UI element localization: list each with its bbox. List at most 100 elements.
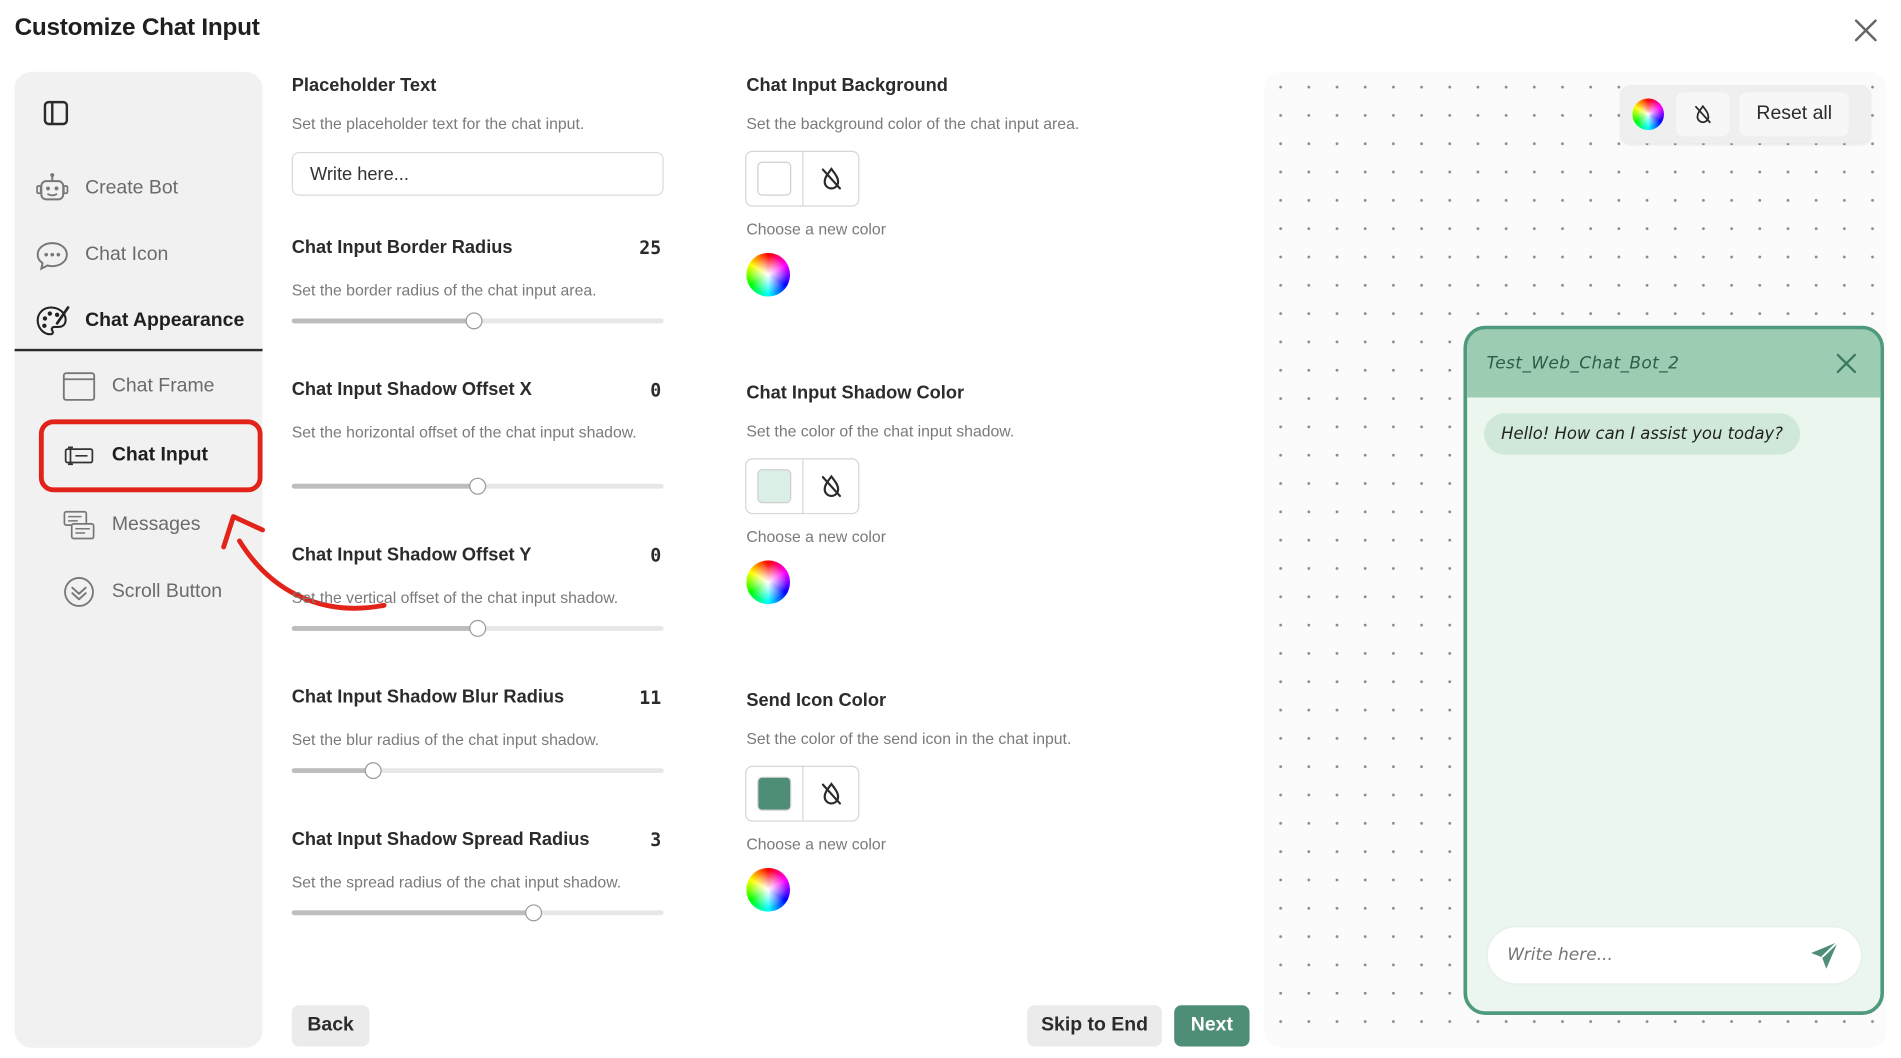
- slider-thumb[interactable]: [465, 312, 483, 330]
- background-color-title: Chat Input Background: [746, 75, 948, 97]
- choose-color-label: Choose a new color: [746, 527, 886, 546]
- border-radius-desc: Set the border radius of the chat input …: [291, 280, 597, 300]
- bot-message-bubble: Hello! How can I assist you today?: [1484, 413, 1800, 455]
- shadow-offset-x-slider[interactable]: [291, 477, 664, 495]
- shadow-blur-title: Chat Input Shadow Blur Radius: [291, 686, 565, 708]
- no-color-icon: [821, 782, 841, 805]
- border-radius-value: 25: [639, 237, 662, 259]
- color-chip: [757, 776, 792, 811]
- shadow-offset-x-value: 0: [650, 379, 662, 402]
- sidebar-toggle-button[interactable]: [41, 98, 70, 127]
- annotation-highlight: [38, 419, 263, 493]
- background-color-desc: Set the background color of the chat inp…: [746, 114, 1080, 133]
- shadow-offset-y-desc: Set the vertical offset of the chat inpu…: [291, 588, 619, 607]
- skip-to-end-button[interactable]: Skip to End: [1027, 1005, 1163, 1047]
- bot-icon: [34, 170, 70, 206]
- placeholder-text-title: Placeholder Text: [291, 75, 437, 97]
- slider-thumb[interactable]: [365, 762, 383, 780]
- frame-icon: [61, 368, 97, 404]
- color-wheel-icon[interactable]: [746, 560, 791, 605]
- shadow-color-desc: Set the color of the chat input shadow.: [746, 421, 1015, 441]
- back-button[interactable]: Back: [291, 1005, 370, 1047]
- shadow-blur-slider[interactable]: [291, 762, 664, 780]
- shadow-spread-slider[interactable]: [291, 904, 664, 922]
- shadow-color-swatch[interactable]: [746, 459, 802, 512]
- no-color-icon: [821, 474, 841, 498]
- placeholder-text-input[interactable]: Write here...: [291, 151, 664, 196]
- sidebar-item-scroll-button[interactable]: Scroll Button: [61, 574, 222, 610]
- send-icon-color-picker: [745, 765, 860, 822]
- close-icon[interactable]: [1834, 351, 1858, 375]
- background-color-swatch[interactable]: [746, 152, 802, 205]
- close-icon: [1854, 19, 1877, 42]
- sidebar-item-label: Chat Frame: [111, 375, 215, 397]
- chat-preview-input[interactable]: Write here...: [1487, 927, 1861, 984]
- shadow-blur-value: 11: [639, 686, 662, 709]
- shadow-spread-title: Chat Input Shadow Spread Radius: [291, 828, 590, 850]
- border-radius-slider[interactable]: [291, 312, 664, 330]
- color-wheel-icon[interactable]: [746, 867, 791, 912]
- slider-thumb[interactable]: [469, 477, 487, 495]
- sidebar-item-label: Create Bot: [85, 177, 179, 199]
- placeholder-text-desc: Set the placeholder text for the chat in…: [291, 114, 585, 133]
- slider-thumb[interactable]: [524, 904, 542, 922]
- slider-fill: [291, 910, 534, 916]
- background-color-picker: [745, 150, 860, 207]
- reset-all-button[interactable]: Reset all: [1739, 92, 1850, 137]
- shadow-blur-desc: Set the blur radius of the chat input sh…: [291, 730, 600, 749]
- sidebar-item-label: Chat Appearance: [85, 309, 245, 331]
- send-icon-color-clear-button[interactable]: [802, 766, 858, 821]
- messages-icon: [61, 507, 97, 543]
- choose-color-label: Choose a new color: [746, 220, 886, 239]
- chat-bubble-icon: [34, 237, 70, 273]
- slider-fill: [291, 318, 474, 324]
- shadow-offset-x-desc: Set the horizontal offset of the chat in…: [291, 422, 637, 442]
- send-icon[interactable]: [1807, 938, 1841, 972]
- shadow-color-picker: [745, 458, 860, 515]
- slider-fill: [291, 625, 478, 631]
- sidebar-item-chat-frame[interactable]: Chat Frame: [61, 368, 215, 404]
- color-chip: [757, 469, 792, 504]
- nav-divider: [14, 348, 263, 352]
- next-button[interactable]: Next: [1174, 1005, 1250, 1047]
- panel-toggle-icon: [43, 100, 69, 126]
- slider-fill: [291, 483, 478, 489]
- color-wheel-icon[interactable]: [1632, 98, 1665, 131]
- slider-thumb[interactable]: [469, 619, 487, 637]
- choose-color-label: Choose a new color: [746, 835, 886, 854]
- preview-clear-color-button[interactable]: [1676, 92, 1730, 137]
- shadow-offset-x-title: Chat Input Shadow Offset X: [291, 379, 532, 400]
- background-color-clear-button[interactable]: [802, 151, 858, 206]
- shadow-color-title: Chat Input Shadow Color: [746, 382, 965, 404]
- chat-header: Test_Web_Chat_Bot_2: [1467, 329, 1881, 398]
- sidebar-item-chat-appearance[interactable]: Chat Appearance: [34, 303, 244, 339]
- send-icon-color-title: Send Icon Color: [746, 690, 887, 712]
- shadow-offset-y-slider[interactable]: [291, 619, 664, 637]
- send-icon-color-swatch[interactable]: [746, 767, 802, 820]
- send-icon-color-desc: Set the color of the send icon in the ch…: [746, 729, 1072, 748]
- palette-icon: [34, 303, 70, 339]
- shadow-color-clear-button[interactable]: [802, 459, 858, 513]
- sidebar-item-chat-icon[interactable]: Chat Icon: [34, 237, 168, 273]
- no-color-icon: [821, 167, 841, 190]
- sidebar-item-label: Chat Icon: [85, 244, 169, 265]
- shadow-spread-value: 3: [650, 828, 662, 851]
- chat-preview-window: Test_Web_Chat_Bot_2 Hello! How can I ass…: [1463, 325, 1885, 1015]
- sidebar-item-messages[interactable]: Messages: [61, 507, 201, 543]
- shadow-spread-desc: Set the spread radius of the chat input …: [291, 872, 622, 891]
- sidebar: Create Bot Chat Icon Chat Appearance Cha…: [14, 71, 263, 1048]
- close-dialog-button[interactable]: [1850, 15, 1882, 47]
- sidebar-item-label: Scroll Button: [111, 581, 223, 602]
- chat-bot-name: Test_Web_Chat_Bot_2: [1486, 353, 1680, 374]
- slider-fill: [291, 768, 374, 774]
- shadow-offset-y-title: Chat Input Shadow Offset Y: [291, 544, 532, 566]
- sidebar-item-label: Messages: [111, 514, 201, 535]
- color-chip: [757, 161, 792, 196]
- scroll-down-icon: [61, 574, 97, 610]
- sidebar-item-create-bot[interactable]: Create Bot: [34, 170, 178, 206]
- color-wheel-icon[interactable]: [746, 252, 791, 297]
- page-title: Customize Chat Input: [14, 14, 260, 42]
- border-radius-title: Chat Input Border Radius: [291, 237, 513, 258]
- shadow-offset-y-value: 0: [650, 544, 662, 567]
- preview-toolbar: Reset all: [1620, 85, 1871, 144]
